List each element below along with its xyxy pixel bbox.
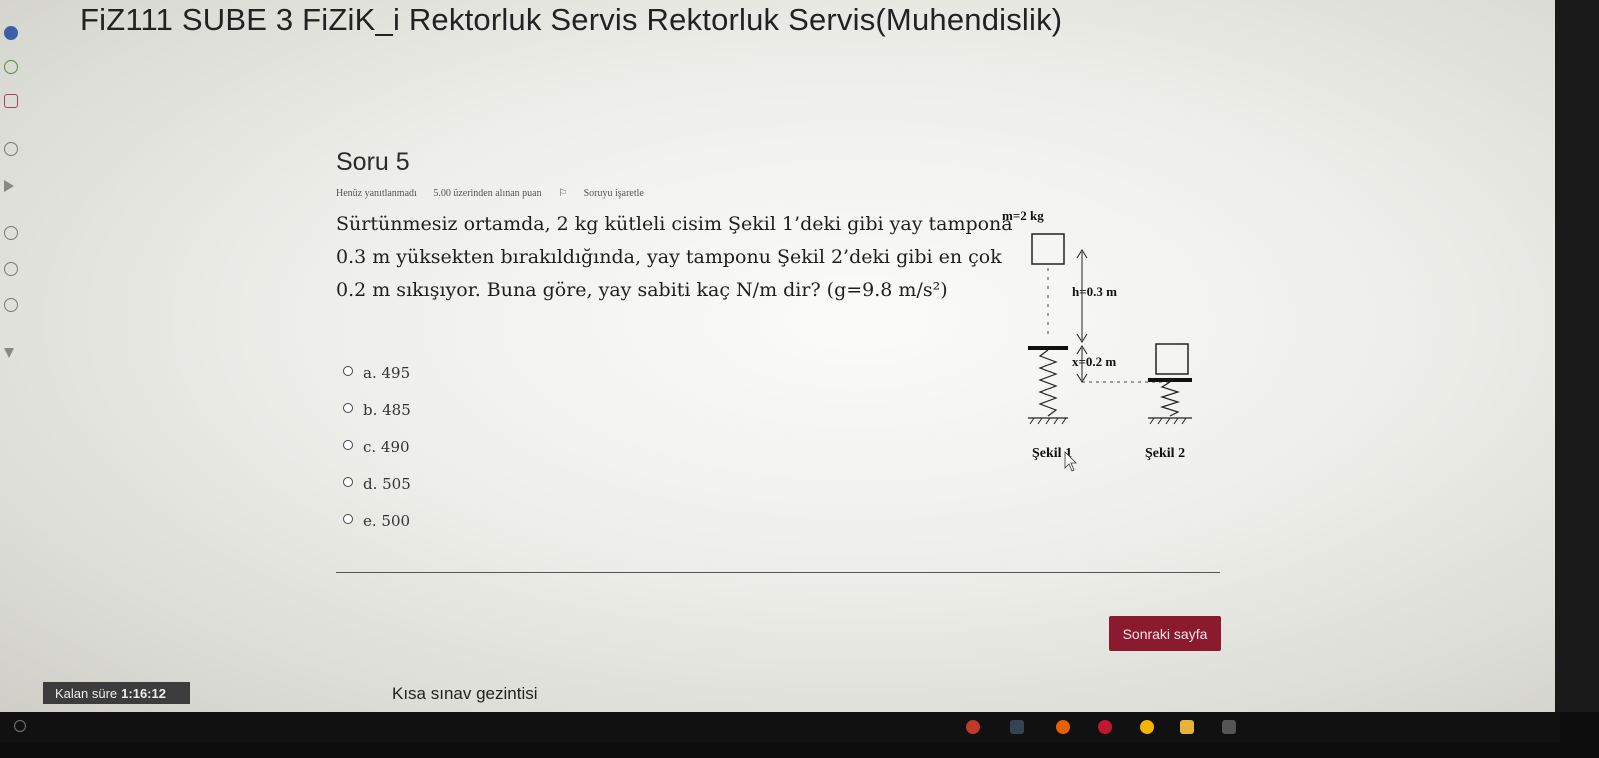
- diagram-drawing: [1028, 233, 1192, 472]
- opera-icon[interactable]: [1098, 720, 1112, 734]
- question-text: Sürtünmesiz ortamda, 2 kg kütleli cisim …: [336, 213, 1013, 301]
- answer-label: a. 495: [363, 364, 411, 382]
- course-title: FiZ111 SUBE 3 FiZiK_i Rektorluk Servis R…: [80, 2, 1063, 37]
- question-status: Henüz yanıtlanmadı: [336, 188, 417, 199]
- flag-question-label: Soruyu işaretle: [583, 188, 644, 199]
- screen: FiZ111 SUBE 3 FiZiK_i Rektorluk Servis R…: [0, 0, 1560, 712]
- divider: [336, 572, 1220, 573]
- answer-label: c. 490: [363, 438, 410, 456]
- radio-button[interactable]: [343, 477, 353, 487]
- question-points: 5.00 üzerinden alınan puan: [433, 188, 542, 199]
- app-icon[interactable]: [1010, 720, 1024, 734]
- radio-button[interactable]: [343, 403, 353, 413]
- chrome-icon[interactable]: [1140, 720, 1154, 734]
- flag-icon: ⚐: [558, 188, 570, 199]
- timer-label: Kalan süre: [55, 685, 118, 701]
- flag-icon[interactable]: [4, 348, 14, 358]
- clock-icon[interactable]: [4, 262, 18, 276]
- settings-icon[interactable]: [4, 298, 18, 312]
- send-icon[interactable]: [4, 180, 14, 192]
- remaining-time: Kalan süre 1:16:12: [43, 682, 190, 704]
- answer-label: b. 485: [363, 401, 411, 419]
- spring-diagram: m=2 kg h=0.3 m x=0.2 m Şekil 1 Şekil 2: [1002, 208, 1225, 478]
- start-icon[interactable]: [14, 720, 26, 732]
- app-icon[interactable]: [4, 142, 18, 156]
- taskbar: [0, 712, 1560, 742]
- monitor-bezel: [1555, 0, 1599, 758]
- timer-value: 1:16:12: [121, 685, 166, 701]
- folder-icon[interactable]: [1180, 720, 1194, 734]
- flag-question-link[interactable]: ⚐ Soruyu işaretle: [558, 188, 658, 199]
- app-icon[interactable]: [4, 60, 18, 74]
- app-icon[interactable]: [4, 226, 18, 240]
- radio-button[interactable]: [343, 514, 353, 524]
- quiz-navigation-link[interactable]: Kısa sınav gezintisi: [392, 684, 538, 704]
- browser-icon[interactable]: [966, 720, 980, 734]
- next-page-button[interactable]: Sonraki sayfa: [1109, 616, 1221, 651]
- app-icon[interactable]: [4, 26, 18, 40]
- radio-button[interactable]: [343, 440, 353, 450]
- radio-button[interactable]: [343, 366, 353, 376]
- store-icon[interactable]: [1222, 720, 1236, 734]
- answer-label: e. 500: [363, 512, 411, 530]
- firefox-icon[interactable]: [1056, 720, 1070, 734]
- app-rail: [0, 0, 24, 712]
- question-title: Soru 5: [336, 148, 410, 176]
- app-icon[interactable]: [4, 94, 18, 108]
- question-info: Henüz yanıtlanmadı 5.00 üzerinden alınan…: [336, 188, 672, 199]
- answer-label: d. 505: [363, 475, 411, 493]
